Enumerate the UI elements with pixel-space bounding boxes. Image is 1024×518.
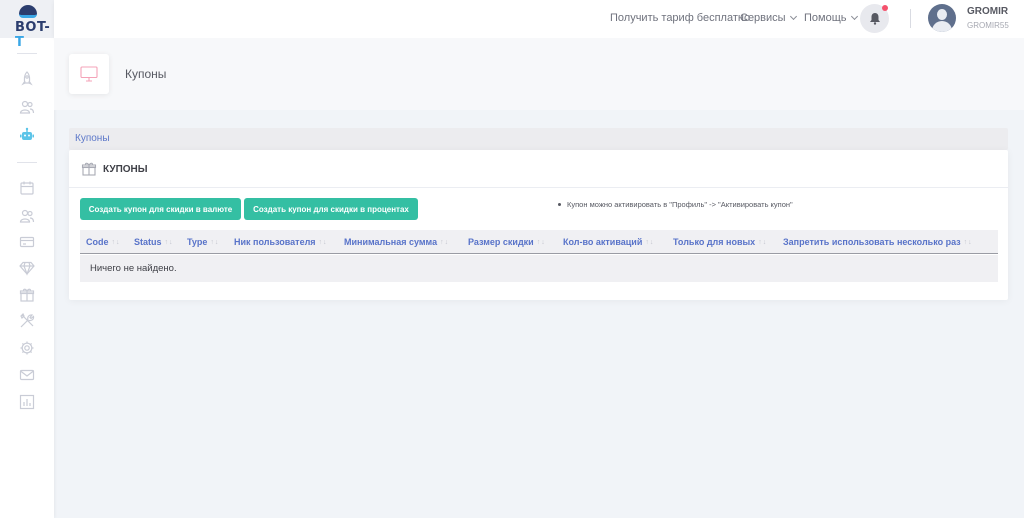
credit-card-icon[interactable] [16,231,38,253]
create-currency-coupon-button[interactable]: Создать купон для скидки в валюте [80,198,241,220]
sort-icon[interactable]: ↑↓ [758,239,767,246]
page-title: Купоны [125,67,167,81]
gift-icon [81,162,97,176]
nav-services-label: Сервисы [740,12,786,24]
diamond-icon[interactable] [16,257,38,279]
nav-free-plan-label: Получить тариф бесплатно [610,12,751,24]
sort-icon[interactable]: ↑↓ [319,239,328,246]
robot-icon[interactable] [16,124,38,146]
column-header-activations[interactable]: Кол-во активаций ↑↓ [563,237,654,247]
monitor-icon [80,66,98,82]
sort-icon[interactable]: ↑↓ [112,239,121,246]
notifications-button[interactable] [860,4,889,33]
breadcrumb: Купоны [69,128,1008,150]
column-header-single-use[interactable]: Запретить использовать несколько раз ↑↓ [783,237,973,247]
calendar-icon[interactable] [16,177,38,199]
column-header-type[interactable]: Type ↑↓ [187,237,219,247]
sort-icon[interactable]: ↑↓ [645,239,654,246]
sort-icon[interactable]: ↑↓ [964,239,973,246]
sort-icon[interactable]: ↑↓ [537,239,546,246]
nav-services-dropdown[interactable]: Сервисы [740,12,797,24]
panel-header: КУПОНЫ [69,150,1008,188]
column-header-discount[interactable]: Размер скидки ↑↓ [468,237,546,247]
activation-hint-text: Купон можно активировать в "Профиль" -> … [567,200,793,209]
create-percent-coupon-button[interactable]: Создать купон для скидки в процентах [244,198,418,220]
users-icon[interactable] [16,96,38,118]
sidebar-divider [17,53,37,54]
tools-icon[interactable] [16,310,38,332]
notification-badge [882,5,888,11]
gift-icon[interactable] [16,284,38,306]
logo-mark-icon [19,5,37,18]
coupons-table-header: Code ↑↓ Status ↑↓ Type ↑↓ Ник пользователя ↑… [80,230,998,254]
chart-icon[interactable] [16,391,38,413]
column-header-new-only[interactable]: Только для новых ↑↓ [673,237,767,247]
user-avatar[interactable] [928,4,956,32]
chevron-down-icon [789,12,797,21]
coupons-panel: КУПОНЫ Создать купон для скидки в валюте… [69,150,1008,300]
nav-help-dropdown[interactable]: Помощь [804,12,858,24]
user-group-icon[interactable] [16,205,38,227]
user-name[interactable]: GROMIR [967,6,1008,17]
nav-help-label: Помощь [804,12,847,24]
subheader: Купоны [54,38,1024,110]
sort-icon[interactable]: ↑↓ [440,239,449,246]
rocket-icon[interactable] [16,68,38,90]
activation-hint: Купон можно активировать в "Профиль" -> … [558,200,793,209]
column-header-code[interactable]: Code ↑↓ [86,237,121,247]
sidebar-divider [17,162,37,163]
bullet-icon [558,203,561,206]
column-header-status[interactable]: Status ↑↓ [134,237,174,247]
column-header-min-amount[interactable]: Минимальная сумма ↑↓ [344,237,449,247]
sidebar: BOT-T [0,0,54,518]
breadcrumb-item-coupons[interactable]: Купоны [75,133,110,144]
page-icon-box [69,54,109,94]
settings-icon[interactable] [16,337,38,359]
nav-free-plan-link[interactable]: Получить тариф бесплатно [610,12,750,24]
table-row: Ничего не найдено. [80,255,998,282]
empty-table-message: Ничего не найдено. [90,263,177,274]
chevron-down-icon [850,12,858,21]
logo[interactable]: BOT-T [0,0,54,50]
sort-icon[interactable]: ↑↓ [165,239,174,246]
mail-icon[interactable] [16,364,38,386]
bell-icon [869,13,880,25]
header-divider [910,9,911,28]
top-header: Получить тариф бесплатно Сервисы Помощь … [54,0,1024,38]
logo-text: BOT-T [15,20,49,50]
sort-icon[interactable]: ↑↓ [210,239,219,246]
column-header-username[interactable]: Ник пользователя ↑↓ [234,237,328,247]
panel-title: КУПОНЫ [103,164,148,175]
user-login: GROMIR55 [967,21,1009,30]
